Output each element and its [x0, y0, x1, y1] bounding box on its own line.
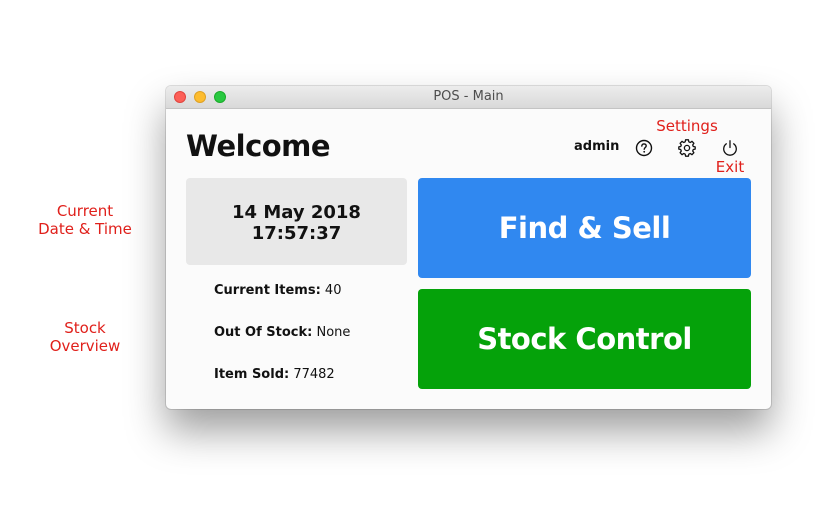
annotation-current-datetime: Current Date & Time [30, 202, 140, 238]
item-sold-label: Item Sold: [214, 367, 290, 382]
username-label: admin [574, 139, 620, 154]
annotation-stock-line1: Stock [64, 319, 106, 337]
welcome-heading: Welcome [186, 129, 331, 163]
current-date: 14 May 2018 [232, 202, 361, 223]
out-of-stock-label: Out Of Stock: [214, 325, 313, 340]
annotation-exit: Exit [715, 158, 745, 176]
exit-button[interactable] [720, 138, 740, 158]
settings-button[interactable] [677, 138, 697, 158]
stock-control-button[interactable]: Stock Control [418, 289, 751, 389]
annotation-stock-line2: Overview [49, 337, 121, 355]
gear-icon [678, 139, 696, 157]
annotation-stock-overview: Stock Overview [30, 319, 140, 355]
find-sell-button[interactable]: Find & Sell [418, 178, 751, 278]
current-datetime-panel: 14 May 2018 17:57:37 [186, 178, 407, 265]
help-icon [635, 139, 653, 157]
item-sold-stat: Item Sold: 77482 [214, 367, 335, 382]
annotation-current-line1: Current [56, 202, 114, 220]
current-time: 17:57:37 [251, 223, 342, 244]
annotation-settings: Settings [656, 117, 718, 135]
current-items-value: 40 [324, 283, 342, 298]
item-sold-value: 77482 [293, 367, 335, 382]
help-button[interactable] [634, 138, 654, 158]
current-items-stat: Current Items: 40 [214, 283, 341, 298]
window-title: POS - Main [433, 89, 504, 104]
out-of-stock-value: None [316, 325, 351, 340]
power-icon [723, 140, 737, 156]
current-items-label: Current Items: [214, 283, 321, 298]
title-bar[interactable]: POS - Main [166, 86, 771, 109]
out-of-stock-stat: Out Of Stock: None [214, 325, 350, 340]
annotation-current-line2: Date & Time [38, 220, 132, 238]
stage: Current Date & Time Stock Overview POS -… [0, 0, 836, 508]
